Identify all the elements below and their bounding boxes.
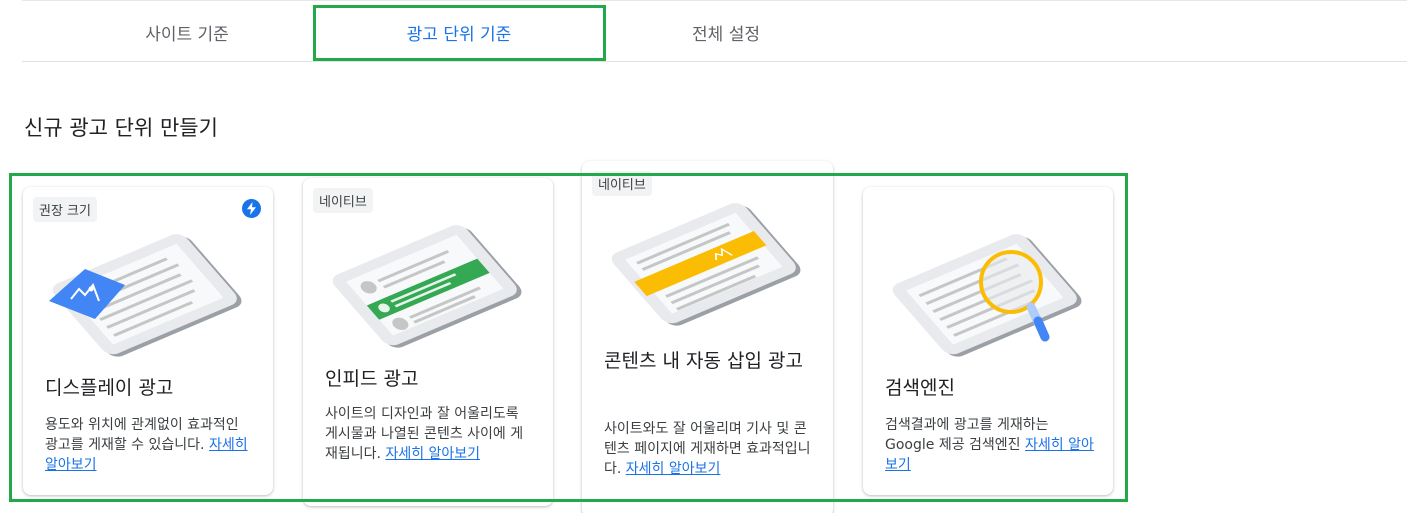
native-badge: 네이티브 bbox=[592, 171, 652, 196]
search-engine-description: 검색결과에 광고를 게재하는 Google 제공 검색엔진 자세히 알아보기 bbox=[885, 415, 1095, 475]
tab-by-site[interactable]: 사이트 기준 bbox=[62, 4, 312, 60]
infeed-ad-learn-more-link[interactable]: 자세히 알아보기 bbox=[385, 446, 480, 462]
page: 사이트 기준 광고 단위 기준 전체 설정 신규 광고 단위 만들기 권장 크기 bbox=[0, 0, 1407, 513]
search-engine-title: 검색엔진 bbox=[885, 377, 955, 399]
infeed-ad-description: 사이트의 디자인과 잘 어울리도록 게시물과 나열된 콘텐츠 사이에 게재됩니다… bbox=[325, 404, 535, 464]
display-ad-description: 용도와 위치에 관계없이 효과적인 광고를 게재할 수 있습니다. 자세히 알아… bbox=[45, 415, 255, 475]
inarticle-ad-learn-more-link[interactable]: 자세히 알아보기 bbox=[626, 461, 721, 477]
tab-by-ad-unit[interactable]: 광고 단위 기준 bbox=[314, 4, 604, 60]
tab-global-settings[interactable]: 전체 설정 bbox=[606, 4, 846, 60]
infeed-ad-card[interactable]: 네이티브 인피드 광고 사이트의 디자인과 잘 어울리도록 게시물과 나열된 콘… bbox=[303, 178, 553, 506]
native-badge: 네이티브 bbox=[313, 188, 373, 213]
inarticle-ad-title: 콘텐츠 내 자동 삽입 광고 bbox=[604, 350, 803, 372]
lightning-bolt-icon bbox=[242, 199, 261, 218]
inarticle-ad-illustration bbox=[611, 203, 801, 326]
infeed-ad-illustration bbox=[332, 225, 522, 348]
inarticle-ad-card[interactable]: 네이티브 콘텐츠 내 자동 삽입 광고 사이트와도 잘 어울리며 기사 및 콘텐… bbox=[582, 161, 833, 513]
inarticle-ad-description: 사이트와도 잘 어울리며 기사 및 콘텐츠 페이지에 게재하면 효과적입니다. … bbox=[604, 419, 815, 479]
tab-bar: 사이트 기준 광고 단위 기준 전체 설정 bbox=[22, 0, 1407, 62]
display-ad-title: 디스플레이 광고 bbox=[45, 377, 174, 399]
display-ad-card[interactable]: 권장 크기 디스플레이 광고 용도와 위치에 관계없이 효과적인 광고를 게재할… bbox=[23, 187, 273, 495]
section-title: 신규 광고 단위 만들기 bbox=[24, 116, 218, 140]
tabs-divider bbox=[22, 61, 1407, 62]
search-engine-illustration bbox=[892, 234, 1082, 357]
recommended-size-badge: 권장 크기 bbox=[33, 197, 97, 222]
search-engine-card[interactable]: 검색엔진 검색결과에 광고를 게재하는 Google 제공 검색엔진 자세히 알… bbox=[863, 187, 1113, 495]
infeed-ad-title: 인피드 광고 bbox=[325, 368, 419, 390]
display-ad-illustration bbox=[49, 234, 242, 357]
search-engine-desc-text: 검색결과에 광고를 게재하는 Google 제공 검색엔진 bbox=[885, 417, 1049, 453]
